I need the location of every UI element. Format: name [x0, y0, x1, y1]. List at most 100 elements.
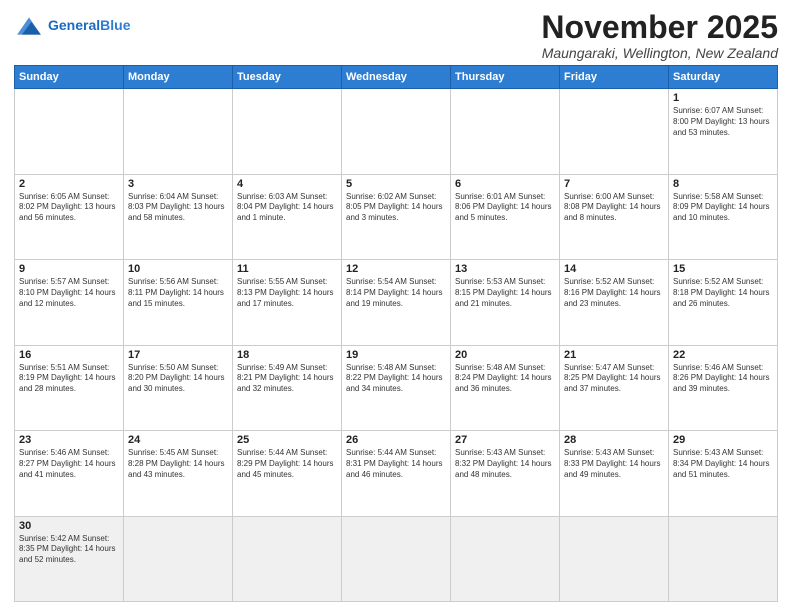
calendar-cell: 15Sunrise: 5:52 AM Sunset: 8:18 PM Dayli…	[669, 260, 778, 345]
day-number: 4	[237, 178, 337, 190]
calendar-cell: 29Sunrise: 5:43 AM Sunset: 8:34 PM Dayli…	[669, 431, 778, 516]
day-number: 26	[346, 434, 446, 446]
calendar-week-2: 2 Sunrise: 6:05 AM Sunset: 8:02 PM Daylig…	[15, 174, 778, 259]
logo-text: GeneralBlue	[48, 18, 130, 33]
day-number: 16	[19, 349, 119, 361]
day-number: 11	[237, 263, 337, 275]
day-number: 5	[346, 178, 446, 190]
calendar-cell: 6 Sunrise: 6:01 AM Sunset: 8:06 PM Daylig…	[451, 174, 560, 259]
day-info: Sunrise: 6:05 AM Sunset: 8:02 PM Dayligh…	[19, 192, 119, 224]
day-info: Sunrise: 5:48 AM Sunset: 8:24 PM Dayligh…	[455, 363, 555, 395]
day-info: Sunrise: 6:01 AM Sunset: 8:06 PM Dayligh…	[455, 192, 555, 224]
day-info: Sunrise: 5:45 AM Sunset: 8:28 PM Dayligh…	[128, 448, 228, 480]
calendar-cell: 26 Sunrise: 5:44 AM Sunset: 8:31 PM Dayli…	[342, 431, 451, 516]
calendar-week-4: 16 Sunrise: 5:51 AM Sunset: 8:19 PM Dayli…	[15, 345, 778, 430]
calendar-cell	[124, 516, 233, 601]
day-info: Sunrise: 5:55 AM Sunset: 8:13 PM Dayligh…	[237, 277, 337, 309]
day-info: Sunrise: 5:57 AM Sunset: 8:10 PM Dayligh…	[19, 277, 119, 309]
col-tuesday: Tuesday	[233, 66, 342, 89]
day-info: Sunrise: 5:48 AM Sunset: 8:22 PM Dayligh…	[346, 363, 446, 395]
calendar-cell: 24 Sunrise: 5:45 AM Sunset: 8:28 PM Dayli…	[124, 431, 233, 516]
calendar-cell: 20Sunrise: 5:48 AM Sunset: 8:24 PM Dayli…	[451, 345, 560, 430]
calendar-cell: 18 Sunrise: 5:49 AM Sunset: 8:21 PM Dayli…	[233, 345, 342, 430]
calendar-cell	[669, 516, 778, 601]
calendar-table: Sunday Monday Tuesday Wednesday Thursday…	[14, 65, 778, 602]
title-section: November 2025 Maungaraki, Wellington, Ne…	[541, 10, 778, 61]
day-info: Sunrise: 5:47 AM Sunset: 8:25 PM Dayligh…	[564, 363, 664, 395]
day-number: 29	[673, 434, 773, 446]
calendar-cell: 16 Sunrise: 5:51 AM Sunset: 8:19 PM Dayli…	[15, 345, 124, 430]
day-info: Sunrise: 6:07 AM Sunset: 8:00 PM Dayligh…	[673, 106, 773, 138]
day-number: 2	[19, 178, 119, 190]
day-number: 15	[673, 263, 773, 275]
day-number: 22	[673, 349, 773, 361]
day-number: 12	[346, 263, 446, 275]
day-info: Sunrise: 5:49 AM Sunset: 8:21 PM Dayligh…	[237, 363, 337, 395]
day-number: 9	[19, 263, 119, 275]
logo-blue: Blue	[100, 17, 130, 33]
day-number: 24	[128, 434, 228, 446]
day-info: Sunrise: 6:00 AM Sunset: 8:08 PM Dayligh…	[564, 192, 664, 224]
col-saturday: Saturday	[669, 66, 778, 89]
location: Maungaraki, Wellington, New Zealand	[541, 45, 778, 61]
day-info: Sunrise: 5:46 AM Sunset: 8:27 PM Dayligh…	[19, 448, 119, 480]
logo-icon	[14, 14, 44, 38]
calendar-cell	[451, 89, 560, 174]
col-monday: Monday	[124, 66, 233, 89]
calendar-cell: 21 Sunrise: 5:47 AM Sunset: 8:25 PM Dayli…	[560, 345, 669, 430]
calendar-week-5: 23Sunrise: 5:46 AM Sunset: 8:27 PM Dayli…	[15, 431, 778, 516]
day-number: 21	[564, 349, 664, 361]
day-number: 6	[455, 178, 555, 190]
day-info: Sunrise: 5:42 AM Sunset: 8:35 PM Dayligh…	[19, 534, 119, 566]
col-thursday: Thursday	[451, 66, 560, 89]
header: GeneralBlue November 2025 Maungaraki, We…	[14, 10, 778, 61]
day-info: Sunrise: 5:44 AM Sunset: 8:31 PM Dayligh…	[346, 448, 446, 480]
month-title: November 2025	[541, 10, 778, 45]
calendar-cell: 13Sunrise: 5:53 AM Sunset: 8:15 PM Dayli…	[451, 260, 560, 345]
day-number: 14	[564, 263, 664, 275]
day-number: 3	[128, 178, 228, 190]
day-number: 30	[19, 520, 119, 532]
calendar-cell: 11 Sunrise: 5:55 AM Sunset: 8:13 PM Dayli…	[233, 260, 342, 345]
calendar-header: Sunday Monday Tuesday Wednesday Thursday…	[15, 66, 778, 89]
calendar-cell: 1 Sunrise: 6:07 AM Sunset: 8:00 PM Daylig…	[669, 89, 778, 174]
calendar-cell: 28 Sunrise: 5:43 AM Sunset: 8:33 PM Dayli…	[560, 431, 669, 516]
calendar-cell: 4Sunrise: 6:03 AM Sunset: 8:04 PM Daylig…	[233, 174, 342, 259]
day-info: Sunrise: 6:02 AM Sunset: 8:05 PM Dayligh…	[346, 192, 446, 224]
day-info: Sunrise: 6:04 AM Sunset: 8:03 PM Dayligh…	[128, 192, 228, 224]
calendar-cell: 27Sunrise: 5:43 AM Sunset: 8:32 PM Dayli…	[451, 431, 560, 516]
calendar-cell	[124, 89, 233, 174]
day-number: 28	[564, 434, 664, 446]
day-number: 18	[237, 349, 337, 361]
day-info: Sunrise: 5:53 AM Sunset: 8:15 PM Dayligh…	[455, 277, 555, 309]
calendar-cell	[560, 516, 669, 601]
calendar-cell	[342, 516, 451, 601]
calendar-cell	[342, 89, 451, 174]
page: GeneralBlue November 2025 Maungaraki, We…	[0, 0, 792, 612]
calendar-cell	[233, 89, 342, 174]
calendar-week-3: 9 Sunrise: 5:57 AM Sunset: 8:10 PM Daylig…	[15, 260, 778, 345]
calendar-cell: 2 Sunrise: 6:05 AM Sunset: 8:02 PM Daylig…	[15, 174, 124, 259]
day-info: Sunrise: 5:46 AM Sunset: 8:26 PM Dayligh…	[673, 363, 773, 395]
day-number: 10	[128, 263, 228, 275]
day-number: 17	[128, 349, 228, 361]
logo: GeneralBlue	[14, 10, 130, 38]
col-sunday: Sunday	[15, 66, 124, 89]
calendar-cell: 25Sunrise: 5:44 AM Sunset: 8:29 PM Dayli…	[233, 431, 342, 516]
day-number: 19	[346, 349, 446, 361]
calendar-cell	[560, 89, 669, 174]
calendar-cell: 12Sunrise: 5:54 AM Sunset: 8:14 PM Dayli…	[342, 260, 451, 345]
logo-general: General	[48, 17, 100, 33]
day-info: Sunrise: 5:50 AM Sunset: 8:20 PM Dayligh…	[128, 363, 228, 395]
calendar-cell	[15, 89, 124, 174]
day-info: Sunrise: 5:44 AM Sunset: 8:29 PM Dayligh…	[237, 448, 337, 480]
day-info: Sunrise: 5:51 AM Sunset: 8:19 PM Dayligh…	[19, 363, 119, 395]
day-number: 1	[673, 92, 773, 104]
day-info: Sunrise: 5:43 AM Sunset: 8:33 PM Dayligh…	[564, 448, 664, 480]
calendar-cell: 7Sunrise: 6:00 AM Sunset: 8:08 PM Daylig…	[560, 174, 669, 259]
calendar-cell: 22 Sunrise: 5:46 AM Sunset: 8:26 PM Dayli…	[669, 345, 778, 430]
calendar-week-1: 1 Sunrise: 6:07 AM Sunset: 8:00 PM Daylig…	[15, 89, 778, 174]
calendar-body: 1 Sunrise: 6:07 AM Sunset: 8:00 PM Daylig…	[15, 89, 778, 602]
calendar-cell	[233, 516, 342, 601]
day-info: Sunrise: 5:52 AM Sunset: 8:16 PM Dayligh…	[564, 277, 664, 309]
